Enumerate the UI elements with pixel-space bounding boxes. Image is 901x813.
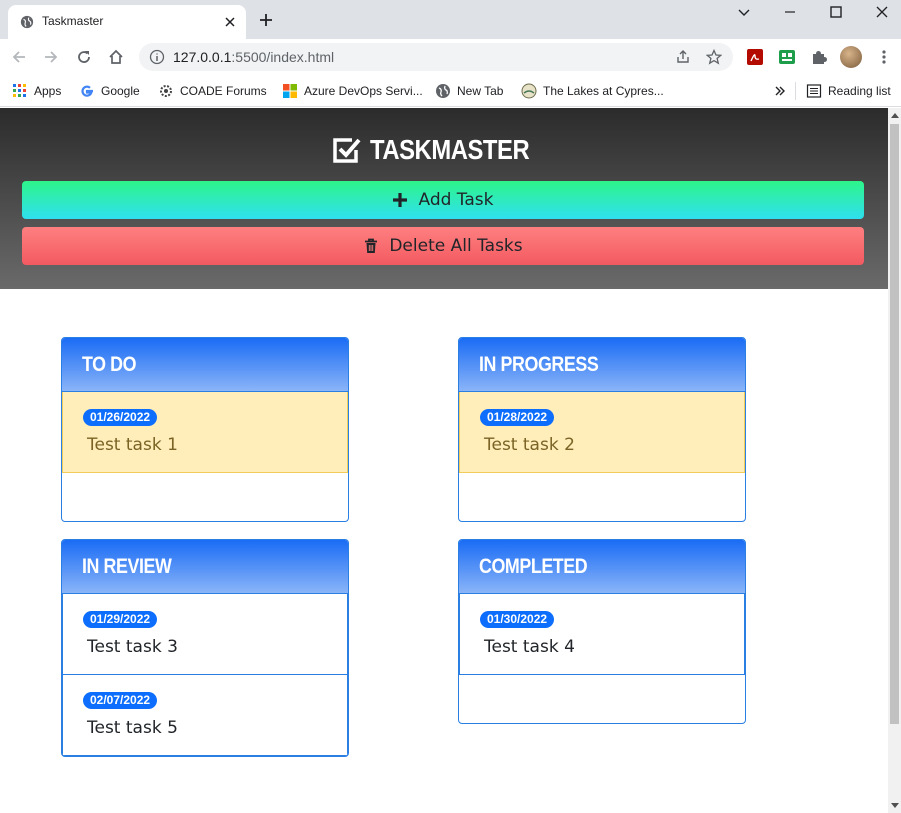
more-menu-icon[interactable] xyxy=(875,48,893,66)
column-todo: TO DO 01/26/2022 Test task 1 xyxy=(61,337,349,522)
windows-icon xyxy=(283,84,297,98)
globe-icon xyxy=(20,15,34,29)
column-title: TO DO xyxy=(82,352,137,376)
delete-all-label: Delete All Tasks xyxy=(389,236,523,256)
add-task-button[interactable]: Add Task xyxy=(22,181,864,219)
page-scrollbar[interactable] xyxy=(888,108,901,813)
bookmark-label: The Lakes at Cypres... xyxy=(543,84,664,98)
google-icon xyxy=(81,85,93,97)
plus-icon xyxy=(393,193,408,207)
delete-all-button[interactable]: Delete All Tasks xyxy=(22,227,864,265)
brand: TASKMASTER xyxy=(0,134,888,166)
bookmark-star-icon[interactable] xyxy=(706,49,722,65)
browser-tab[interactable]: Taskmaster xyxy=(8,5,246,39)
task-card[interactable]: 02/07/2022 Test task 5 xyxy=(62,675,348,756)
drop-zone[interactable] xyxy=(459,473,745,521)
column-title: COMPLETED xyxy=(479,554,588,578)
checkbox-checked-icon xyxy=(333,138,361,163)
column-completed: COMPLETED 01/30/2022 Test task 4 xyxy=(458,539,746,724)
task-text[interactable]: Test task 2 xyxy=(484,435,575,455)
gear-icon xyxy=(160,85,172,97)
task-card[interactable]: 01/28/2022 Test task 2 xyxy=(459,392,745,473)
bookmarks-bar: Apps Google COADE Forums Azure DevOps Se… xyxy=(0,75,901,107)
drop-zone[interactable] xyxy=(459,675,745,723)
scroll-down-arrow[interactable] xyxy=(891,803,899,808)
tab-strip: Taskmaster xyxy=(0,0,901,39)
column-header: TO DO xyxy=(62,338,348,392)
task-card[interactable]: 01/30/2022 Test task 4 xyxy=(459,594,745,675)
bookmark-lakes[interactable]: The Lakes at Cypres... xyxy=(521,81,664,101)
due-date-badge: 02/07/2022 xyxy=(83,692,158,709)
url-path: :5500/index.html xyxy=(231,49,335,65)
home-icon[interactable] xyxy=(107,48,125,66)
add-task-label: Add Task xyxy=(418,190,494,210)
column-header: IN PROGRESS xyxy=(459,338,745,392)
due-date-badge: 01/30/2022 xyxy=(480,611,555,628)
pdf-extension-icon[interactable] xyxy=(746,48,764,66)
reload-icon[interactable] xyxy=(75,48,93,66)
close-window-icon[interactable] xyxy=(874,4,890,20)
new-tab-icon[interactable] xyxy=(258,12,274,28)
url-text[interactable]: 127.0.0.1:5500/index.html xyxy=(173,49,334,65)
column-header: COMPLETED xyxy=(459,540,745,594)
back-icon[interactable] xyxy=(10,48,28,66)
reading-list-label: Reading list xyxy=(828,84,891,98)
close-tab-icon[interactable] xyxy=(222,14,238,30)
bookmark-label: Apps xyxy=(34,84,62,98)
bookmark-coade-forums[interactable]: COADE Forums xyxy=(158,81,267,101)
app-title: TASKMASTER xyxy=(370,134,530,165)
tab-search-icon[interactable] xyxy=(736,4,752,20)
browser-toolbar: 127.0.0.1:5500/index.html xyxy=(0,39,901,75)
task-text[interactable]: Test task 1 xyxy=(87,435,178,455)
tab-title: Taskmaster xyxy=(42,14,104,28)
column-title: IN PROGRESS xyxy=(479,352,599,376)
bookmark-google[interactable]: Google xyxy=(79,81,140,101)
site-icon xyxy=(521,83,537,99)
column-in-review: IN REVIEW 01/29/2022 Test task 3 02/07/2… xyxy=(61,539,349,757)
bookmark-label: New Tab xyxy=(457,84,504,98)
minimize-icon[interactable] xyxy=(782,4,798,20)
address-bar[interactable]: 127.0.0.1:5500/index.html xyxy=(139,43,733,71)
due-date-badge: 01/26/2022 xyxy=(83,409,158,426)
puzzle-extensions-icon[interactable] xyxy=(810,48,828,66)
reading-list-button[interactable]: Reading list xyxy=(806,81,891,101)
url-host: 127.0.0.1 xyxy=(173,49,232,65)
page-viewport: TASKMASTER Add Task Delete All Tasks TO … xyxy=(0,108,888,813)
task-text[interactable]: Test task 4 xyxy=(484,637,575,657)
column-title: IN REVIEW xyxy=(82,554,172,578)
trash-icon xyxy=(365,238,378,253)
forward-icon[interactable] xyxy=(42,48,60,66)
app-header: TASKMASTER Add Task Delete All Tasks xyxy=(0,108,888,289)
column-in-progress: IN PROGRESS 01/28/2022 Test task 2 xyxy=(458,337,746,522)
site-info-icon[interactable] xyxy=(149,49,165,65)
scroll-thumb[interactable] xyxy=(890,124,899,724)
globe-icon xyxy=(436,84,450,98)
bookmark-apps[interactable]: Apps xyxy=(12,81,61,101)
bookmark-azure-devops[interactable]: Azure DevOps Servi... xyxy=(282,81,423,101)
task-text[interactable]: Test task 5 xyxy=(87,718,178,738)
bookmarks-divider xyxy=(795,82,796,100)
apps-grid-icon xyxy=(13,84,26,97)
extension-icon[interactable] xyxy=(778,48,796,66)
bookmark-label: COADE Forums xyxy=(180,84,267,98)
task-card[interactable]: 01/29/2022 Test task 3 xyxy=(62,594,348,675)
maximize-icon[interactable] xyxy=(828,4,844,20)
task-card[interactable]: 01/26/2022 Test task 1 xyxy=(62,392,348,473)
column-header: IN REVIEW xyxy=(62,540,348,594)
share-icon[interactable] xyxy=(675,49,691,65)
task-text[interactable]: Test task 3 xyxy=(87,637,178,657)
bookmark-label: Azure DevOps Servi... xyxy=(304,84,423,98)
bookmark-new-tab[interactable]: New Tab xyxy=(435,81,503,101)
more-bookmarks-icon[interactable] xyxy=(774,85,786,97)
scroll-up-arrow[interactable] xyxy=(891,113,899,118)
reading-list-icon xyxy=(806,84,822,98)
bookmark-label: Google xyxy=(101,84,140,98)
profile-avatar[interactable] xyxy=(840,46,862,68)
due-date-badge: 01/28/2022 xyxy=(480,409,555,426)
drop-zone[interactable] xyxy=(62,473,348,521)
due-date-badge: 01/29/2022 xyxy=(83,611,158,628)
